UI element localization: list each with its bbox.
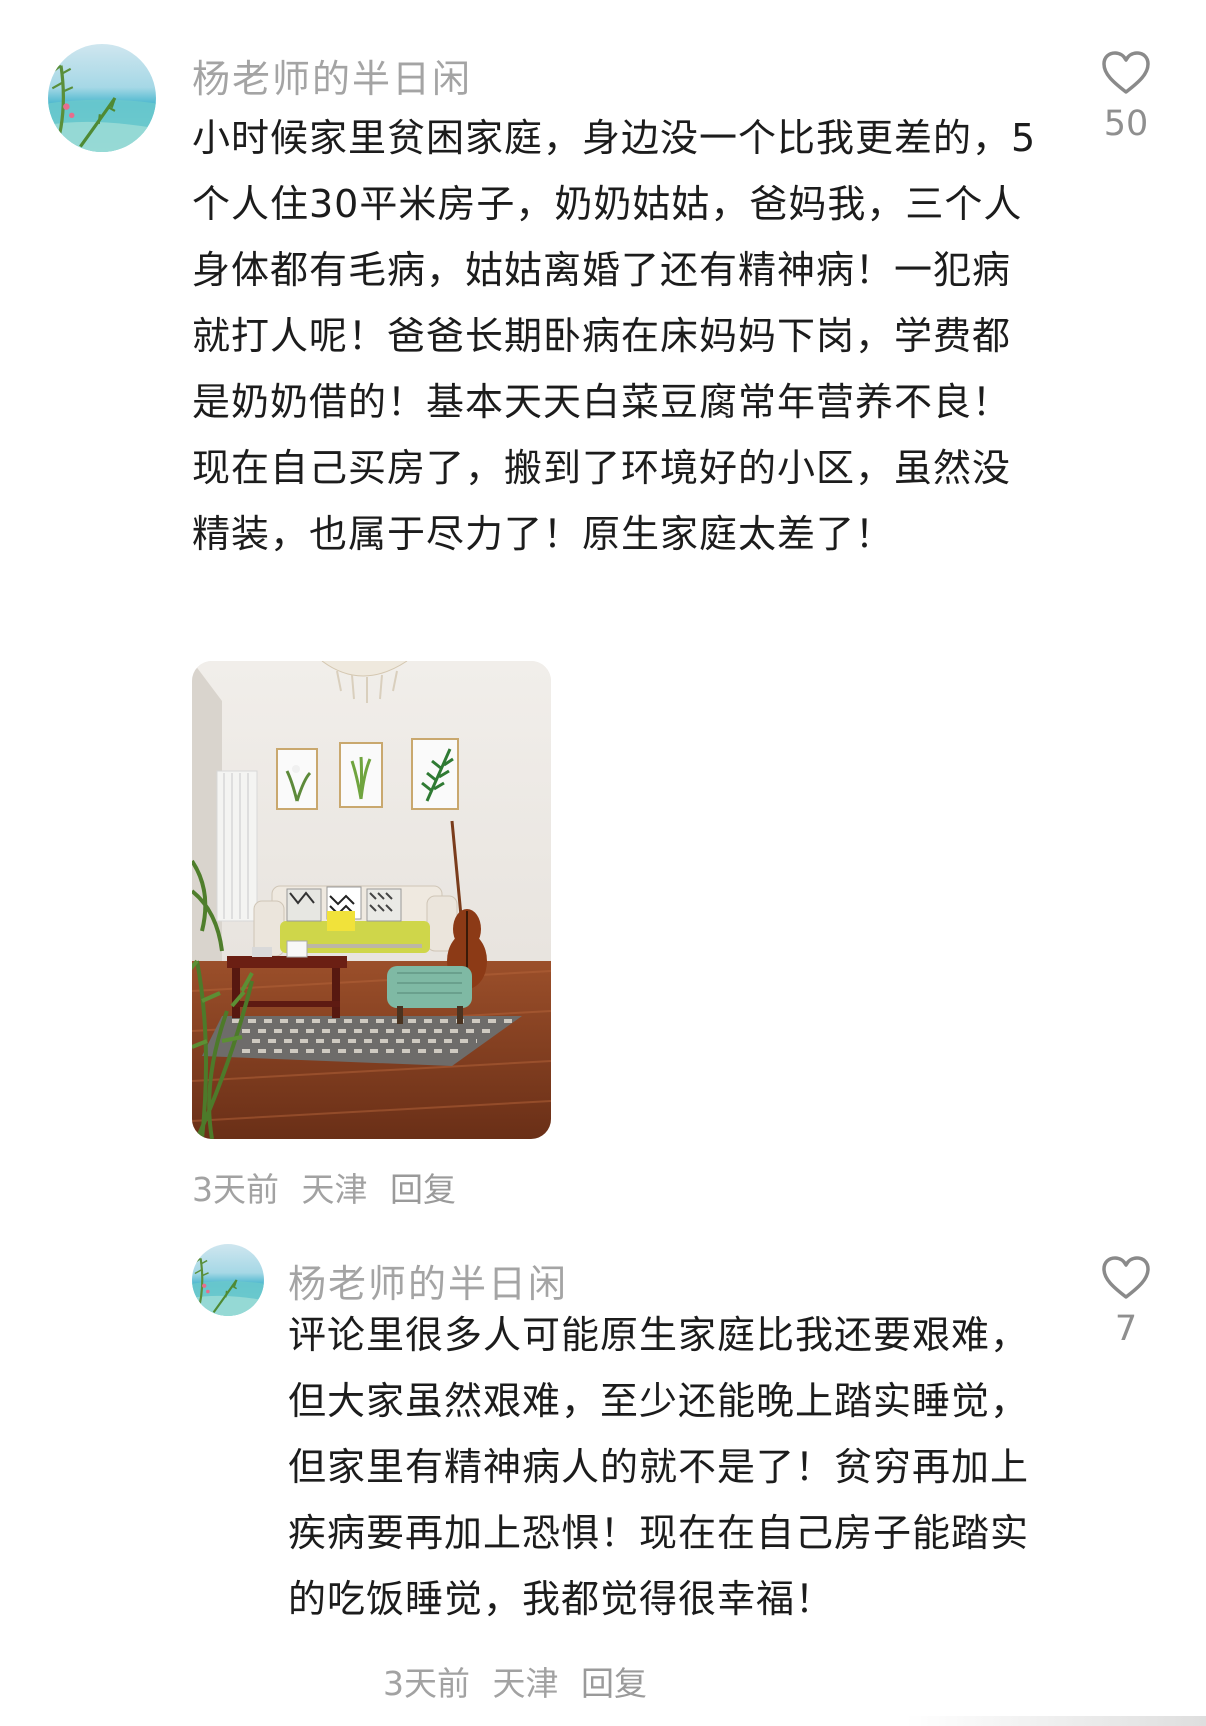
- comment-photo[interactable]: [192, 661, 551, 1139]
- reply-button[interactable]: 回复: [390, 1170, 456, 1209]
- like-count: 50: [1103, 104, 1149, 144]
- comment-location: 天津: [492, 1664, 559, 1703]
- like-button[interactable]: 7: [1086, 1255, 1166, 1349]
- comment-meta: 3天前 天津 回复: [192, 1163, 468, 1211]
- like-button[interactable]: 50: [1086, 50, 1166, 144]
- comment-location: 天津: [301, 1170, 368, 1209]
- username[interactable]: 杨老师的半日闲: [192, 48, 472, 103]
- watermark-bar: [906, 1716, 1206, 1726]
- beach-avatar-image: [192, 1244, 264, 1316]
- living-room-photo: [192, 661, 551, 1139]
- user-avatar[interactable]: [48, 44, 156, 152]
- user-avatar[interactable]: [192, 1244, 264, 1316]
- reply-button[interactable]: 回复: [581, 1664, 647, 1703]
- heart-outline-icon: [1102, 51, 1150, 94]
- heart-outline-icon: [1102, 1256, 1150, 1299]
- comment-meta: 3天前 天津 回复: [383, 1657, 659, 1705]
- beach-avatar-image: [48, 44, 156, 152]
- like-count: 7: [1114, 1309, 1138, 1349]
- username[interactable]: 杨老师的半日闲: [288, 1253, 568, 1308]
- comment-text: 小时候家里贫困家庭，身边没一个比我更差的，5个人住30平米房子，奶奶姑姑，爸妈我…: [192, 116, 1037, 556]
- comment-time: 3天前: [383, 1664, 470, 1703]
- comment-text: 评论里很多人可能原生家庭比我还要艰难，但大家虽然艰难，至少还能晚上踏实睡觉，但家…: [288, 1313, 1030, 1621]
- comment-time: 3天前: [192, 1170, 279, 1209]
